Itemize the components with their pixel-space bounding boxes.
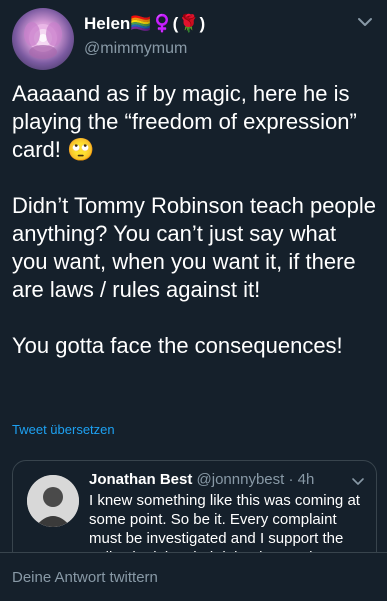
tweet-header: Helen🏳️‍🌈♀️(🌹) @mimmymum	[12, 8, 375, 72]
display-name[interactable]: Helen🏳️‍🌈♀️(🌹)	[84, 14, 205, 34]
quoted-header: Jonathan Best @jonnnybest · 4h	[89, 471, 314, 488]
reply-input[interactable]: Deine Antwort twittern	[12, 569, 158, 586]
translate-tweet-link[interactable]: Tweet übersetzen	[12, 422, 115, 437]
quoted-chevron-down-icon[interactable]	[350, 473, 366, 489]
user-handle[interactable]: @mimmymum	[84, 40, 187, 58]
rose-avatar-image	[24, 22, 62, 59]
person-photo-icon	[27, 475, 79, 527]
tweet-paragraph: Didn’t Tommy Robinson teach people anyth…	[12, 193, 377, 302]
quoted-name[interactable]: Jonathan Best	[89, 471, 192, 488]
tweet-body: Aaaaand as if by magic, here he is playi…	[12, 80, 377, 388]
avatar[interactable]	[12, 8, 74, 70]
quoted-separator: ·	[284, 471, 298, 488]
tweet-paragraph: You gotta face the consequences!	[12, 333, 343, 358]
reply-composer[interactable]: Deine Antwort twittern	[0, 552, 387, 601]
quoted-handle[interactable]: @jonnnybest	[197, 471, 285, 488]
tweet-paragraph: Aaaaand as if by magic, here he is playi…	[12, 81, 357, 162]
chevron-down-icon[interactable]	[355, 12, 375, 32]
quoted-avatar[interactable]	[27, 475, 79, 527]
quoted-time[interactable]: 4h	[298, 471, 315, 488]
